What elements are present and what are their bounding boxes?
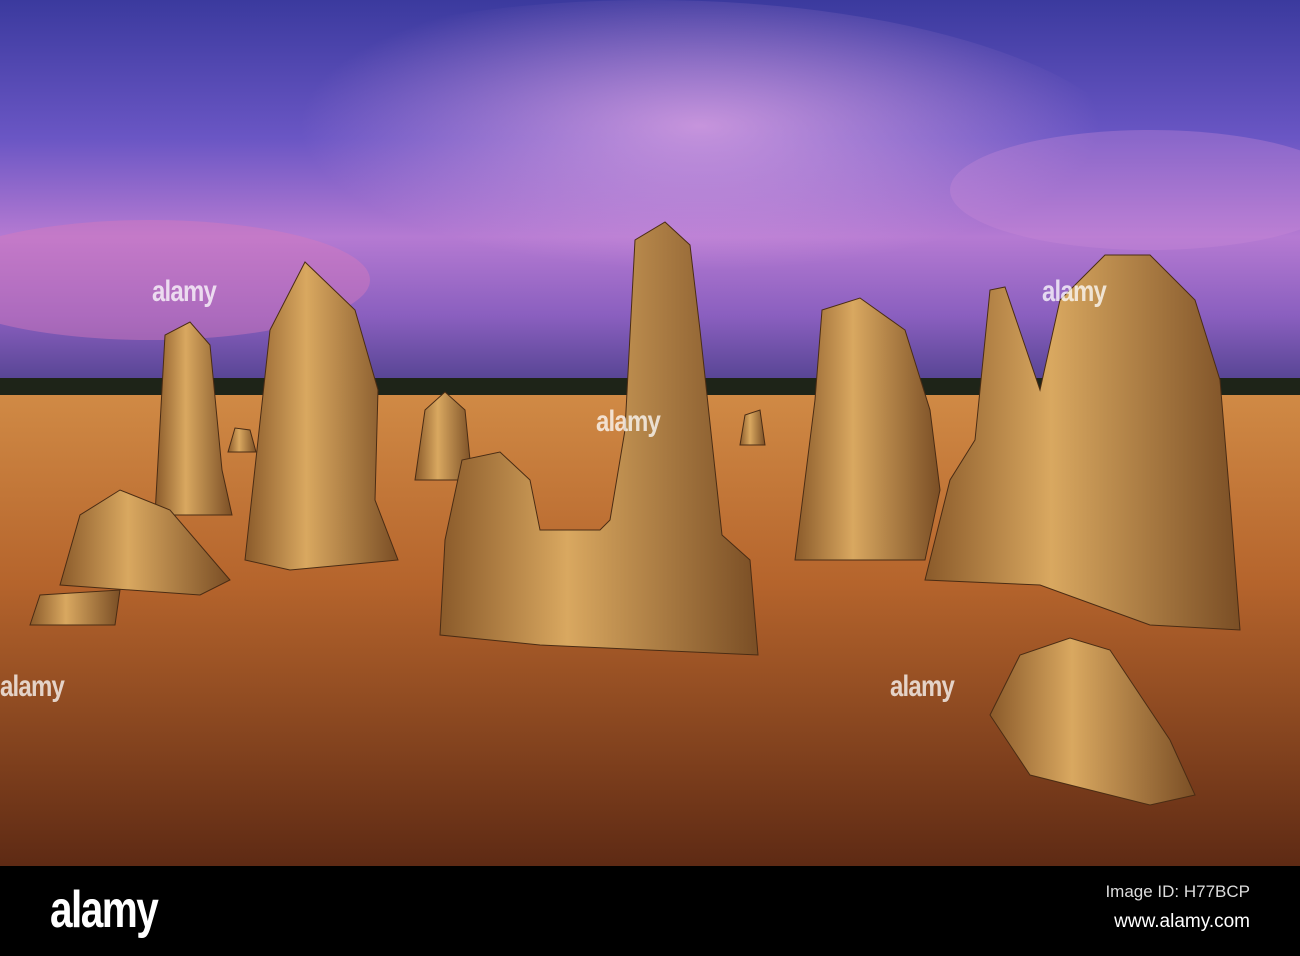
watermark: alamy [1042, 275, 1107, 308]
watermark: alamy [596, 405, 661, 438]
watermark: alamy [890, 670, 955, 703]
footer-bar: alamy Image ID: H77BCP www.alamy.com [0, 866, 1300, 956]
site-url: www.alamy.com [1114, 911, 1250, 932]
watermark: alamy [152, 275, 217, 308]
image-id: Image ID: H77BCP [1105, 882, 1250, 901]
watermark: alamy [0, 670, 65, 703]
alamy-logo: alamy [50, 881, 159, 939]
